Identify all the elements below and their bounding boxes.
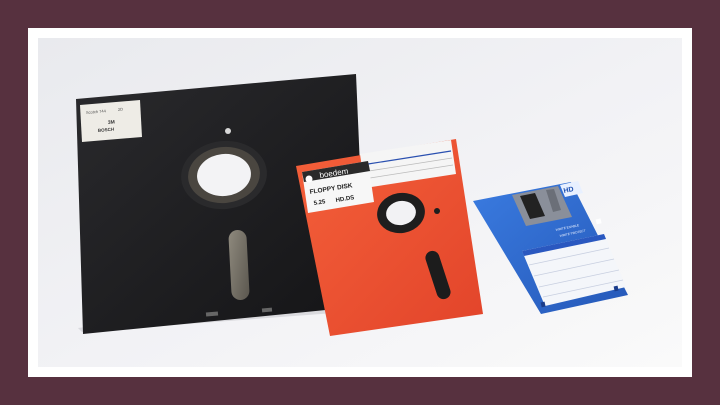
floppy-disks-photo: Scotch 744 2D 3M BOSCH boedem FLOPPY DIS… — [38, 38, 682, 367]
floppy-disks-illustration: Scotch 744 2D 3M BOSCH boedem FLOPPY DIS… — [38, 38, 682, 367]
photo-frame: Scotch 744 2D 3M BOSCH boedem FLOPPY DIS… — [28, 28, 692, 377]
eight-inch-label-line2: 2D — [118, 107, 124, 112]
eight-inch-head-slot — [228, 230, 250, 300]
eight-inch-label-brand: 3M — [108, 119, 115, 126]
